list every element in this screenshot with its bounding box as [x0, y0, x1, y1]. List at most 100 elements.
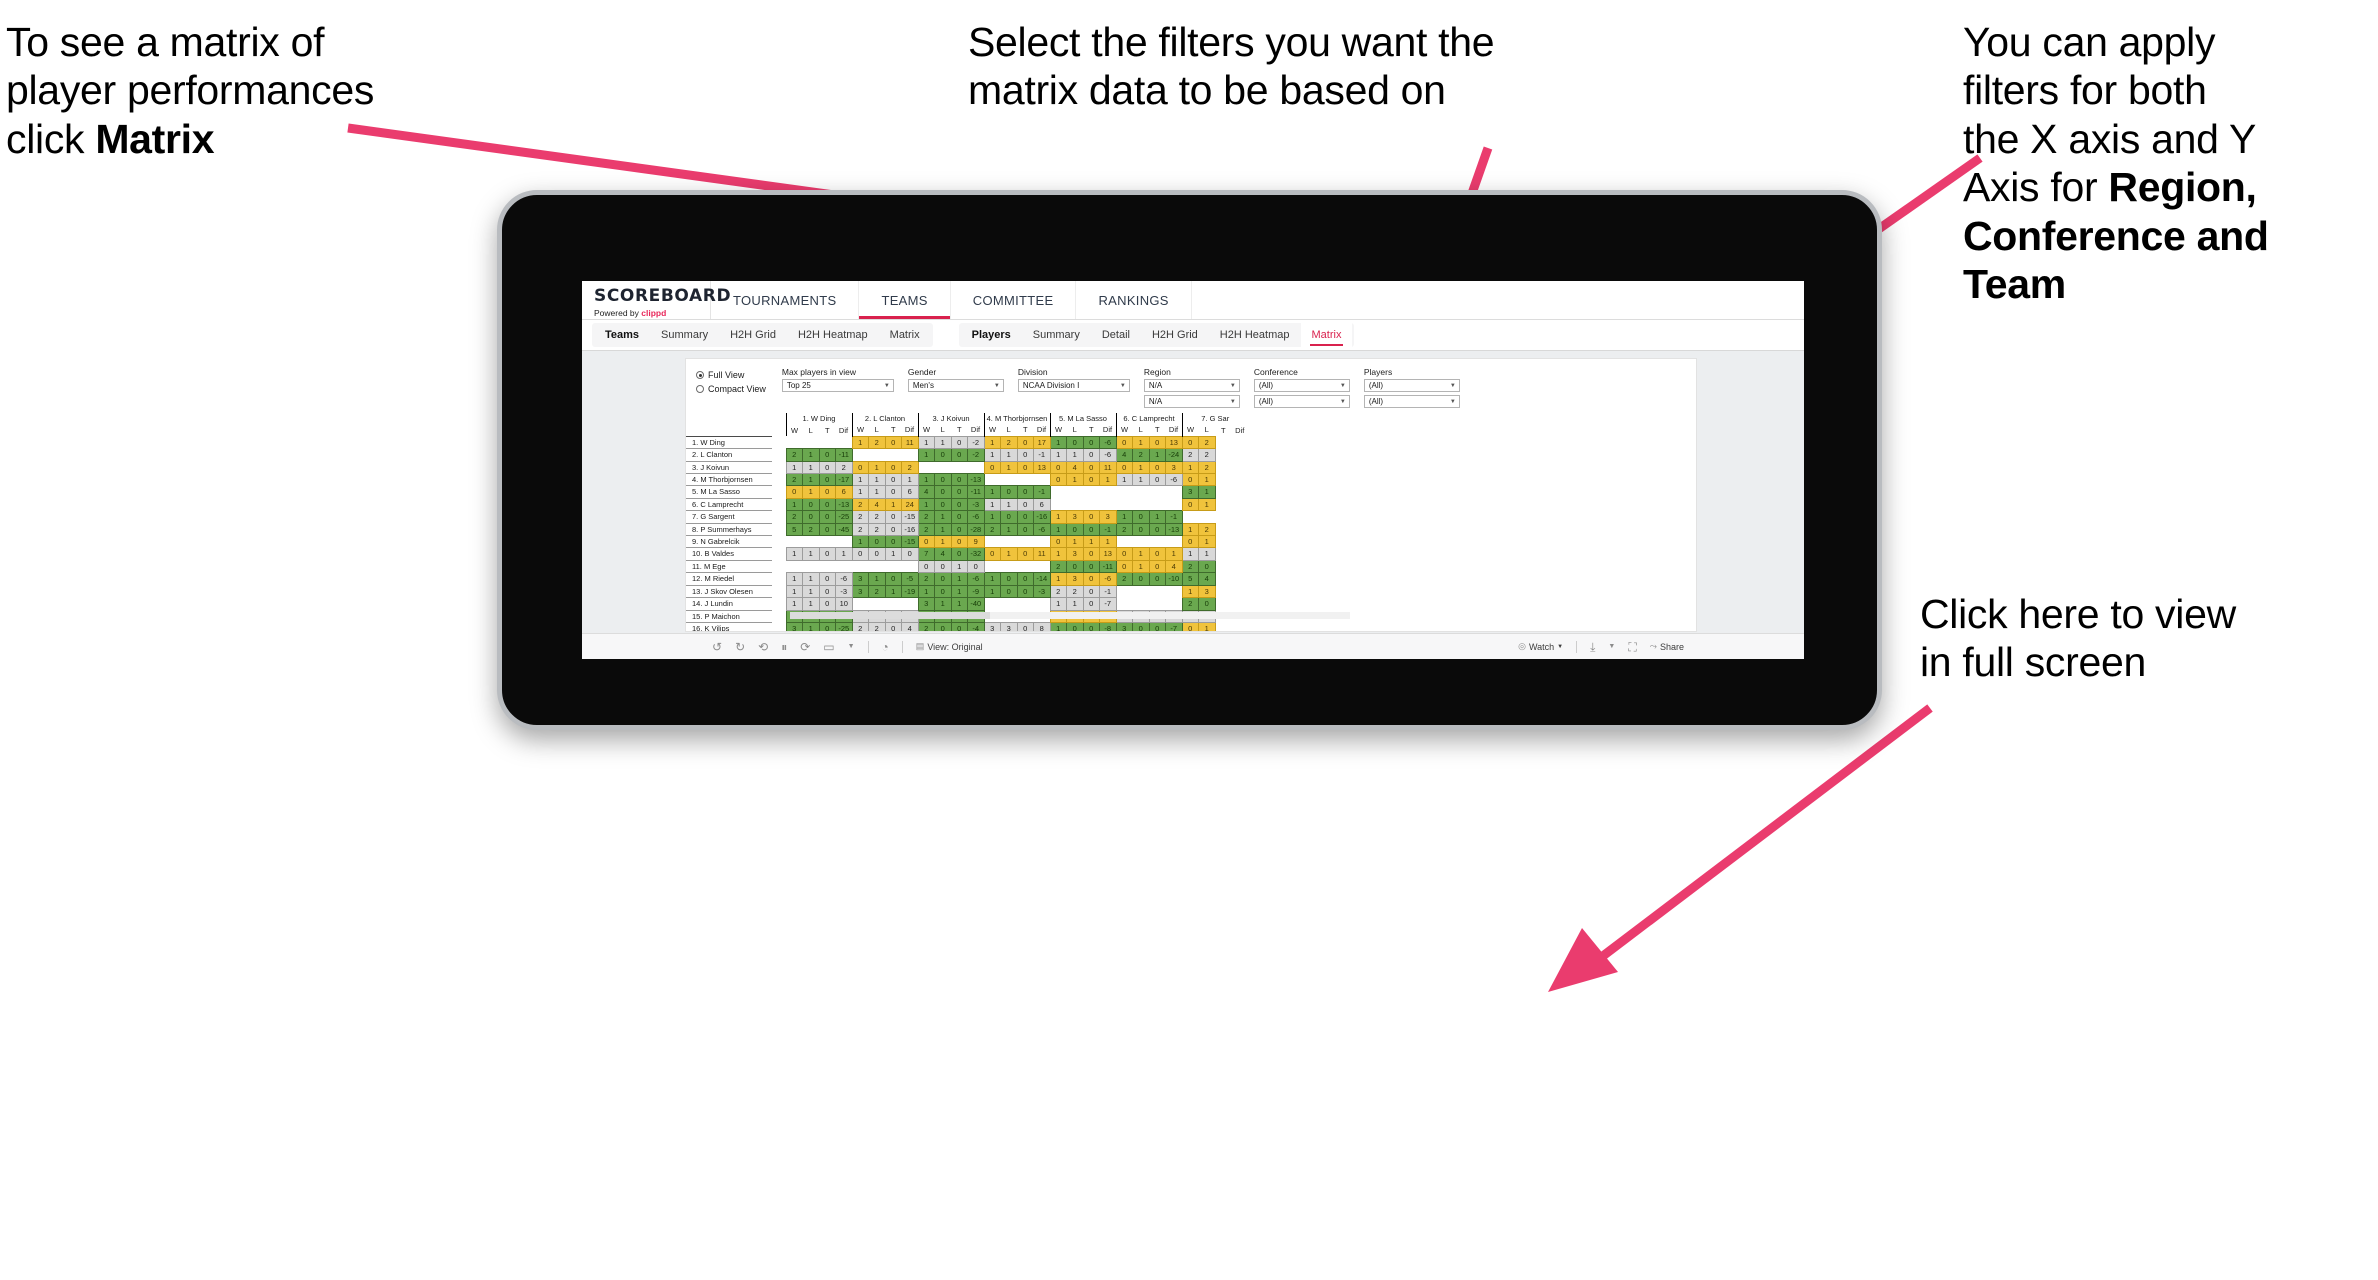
- matrix-cell[interactable]: -2: [967, 435, 985, 450]
- matrix-cell[interactable]: 1: [983, 435, 1001, 450]
- matrix-cell[interactable]: 0: [818, 448, 836, 462]
- matrix-cell[interactable]: 2: [851, 497, 869, 512]
- matrix-cell[interactable]: 0: [1132, 510, 1150, 524]
- matrix-cell[interactable]: 2: [785, 473, 803, 487]
- matrix-cell[interactable]: 13: [1165, 435, 1183, 450]
- matrix-cell[interactable]: 2: [868, 522, 886, 537]
- matrix-cell[interactable]: 0: [884, 435, 902, 450]
- matrix-cell[interactable]: -24: [1165, 448, 1183, 462]
- matrix-cell[interactable]: 0: [1198, 559, 1216, 574]
- matrix-cell[interactable]: 1: [1132, 435, 1150, 450]
- matrix-cell[interactable]: 0: [934, 621, 952, 631]
- matrix-cell[interactable]: 0: [1016, 522, 1034, 537]
- matrix-cell[interactable]: [1116, 597, 1133, 610]
- matrix-cell[interactable]: 2: [868, 435, 886, 450]
- matrix-cell[interactable]: 1: [983, 485, 1001, 499]
- matrix-cell[interactable]: 0: [1016, 621, 1034, 631]
- matrix-cell[interactable]: [1099, 485, 1116, 499]
- tab-players-summary[interactable]: Summary: [1022, 323, 1091, 347]
- matrix-cell[interactable]: 3: [1000, 621, 1018, 631]
- matrix-cell[interactable]: 0: [1148, 473, 1166, 487]
- matrix-cell[interactable]: 2: [1198, 435, 1216, 450]
- matrix-cell[interactable]: 1: [802, 572, 820, 586]
- matrix-cell[interactable]: 1: [884, 497, 902, 512]
- matrix-cell[interactable]: 4: [1115, 448, 1133, 462]
- matrix-cell[interactable]: 1: [983, 497, 1001, 512]
- matrix-cell[interactable]: 1: [1132, 460, 1150, 475]
- matrix-row[interactable]: 1. W Ding 1 2 0 11 1 1 0 -2 1 2 0 17 1 0 0 -6 0 1 0 13 0 2: [686, 435, 1248, 450]
- matrix-cell[interactable]: 3: [851, 584, 869, 599]
- matrix-cell[interactable]: 0: [1115, 559, 1133, 574]
- tab-players-h2h-grid[interactable]: H2H Grid: [1141, 323, 1209, 347]
- matrix-cell[interactable]: 0: [1115, 547, 1133, 561]
- matrix-cell[interactable]: 0: [1000, 510, 1018, 524]
- matrix-cell[interactable]: 1: [802, 460, 820, 475]
- matrix-cell[interactable]: 1: [835, 547, 853, 561]
- matrix-cell[interactable]: 1: [1049, 448, 1067, 462]
- matrix-cell[interactable]: 1: [983, 448, 1001, 462]
- matrix-cell[interactable]: -10: [1165, 572, 1183, 586]
- matrix-cell[interactable]: -14: [1033, 572, 1051, 586]
- matrix-cell[interactable]: 0: [851, 547, 869, 561]
- matrix-cell[interactable]: 2: [785, 510, 803, 524]
- pause-refresh-icon[interactable]: ⏸: [781, 641, 787, 653]
- matrix-cell[interactable]: 1: [1049, 435, 1067, 450]
- matrix-cell[interactable]: -40: [967, 597, 985, 611]
- matrix-cell[interactable]: 0: [950, 535, 968, 549]
- chevron-down-icon[interactable]: ▼: [848, 643, 855, 650]
- matrix-cell[interactable]: [1000, 535, 1017, 548]
- matrix-cell[interactable]: 1: [917, 497, 935, 512]
- matrix-cell[interactable]: -11: [967, 485, 985, 499]
- matrix-cell[interactable]: [819, 535, 836, 548]
- matrix-cell[interactable]: 1: [785, 597, 803, 611]
- matrix-cell[interactable]: [1198, 510, 1215, 524]
- matrix-cell[interactable]: 0: [884, 572, 902, 586]
- matrix-cell[interactable]: 2: [1115, 522, 1133, 537]
- matrix-cell[interactable]: 2: [917, 572, 935, 586]
- filter-conference-x-select[interactable]: (All) ▼: [1253, 379, 1350, 392]
- matrix-cell[interactable]: 0: [1181, 535, 1199, 549]
- matrix-cell[interactable]: 1: [1049, 572, 1067, 586]
- matrix-cell[interactable]: 1: [1132, 473, 1150, 487]
- matrix-cell[interactable]: [1033, 535, 1050, 548]
- matrix-cell[interactable]: 0: [802, 510, 820, 524]
- matrix-cell[interactable]: [835, 560, 852, 573]
- matrix-cell[interactable]: -13: [967, 473, 985, 487]
- matrix-cell[interactable]: -25: [835, 621, 853, 631]
- matrix-cell[interactable]: 0: [1000, 485, 1018, 499]
- matrix-cell[interactable]: 0: [1082, 448, 1100, 462]
- matrix-cell[interactable]: 0: [1148, 572, 1166, 586]
- matrix-cell[interactable]: 1: [1165, 547, 1183, 561]
- matrix-cell[interactable]: 2: [851, 522, 869, 537]
- matrix-cell[interactable]: 4: [917, 485, 935, 499]
- matrix-cell[interactable]: [1132, 597, 1149, 610]
- matrix-cell[interactable]: 1: [785, 547, 803, 561]
- matrix-cell[interactable]: -45: [835, 522, 853, 537]
- matrix-cell[interactable]: 1: [934, 597, 952, 611]
- matrix-cell[interactable]: 1: [785, 584, 803, 599]
- matrix-row[interactable]: 14. J Lundin 1 1 0 10 3 1 1 -40 1 1 0 -7 2 0: [686, 597, 1248, 611]
- matrix-cell[interactable]: 1: [1198, 621, 1216, 631]
- matrix-cell[interactable]: 1: [851, 485, 869, 499]
- matrix-cell[interactable]: -3: [835, 584, 853, 599]
- filter-players-x-select[interactable]: (All) ▼: [1363, 379, 1460, 392]
- matrix-cell[interactable]: -25: [835, 510, 853, 524]
- matrix-cell[interactable]: [984, 535, 1001, 548]
- matrix-cell[interactable]: -15: [901, 535, 919, 549]
- matrix-cell[interactable]: 1: [1099, 535, 1117, 549]
- matrix-cell[interactable]: -6: [1099, 572, 1117, 586]
- matrix-cell[interactable]: 2: [917, 510, 935, 524]
- matrix-cell[interactable]: 1: [802, 448, 820, 462]
- matrix-cell[interactable]: 2: [917, 621, 935, 631]
- matrix-cell[interactable]: [1149, 498, 1166, 511]
- matrix-cell[interactable]: 0: [950, 473, 968, 487]
- matrix-cell[interactable]: -13: [1165, 522, 1183, 537]
- matrix-cell[interactable]: [868, 448, 885, 462]
- radio-compact-view[interactable]: Compact View: [696, 384, 766, 394]
- matrix-cell[interactable]: 1: [802, 485, 820, 499]
- matrix-cell[interactable]: 0: [1132, 621, 1150, 631]
- matrix-cell[interactable]: 0: [884, 535, 902, 549]
- matrix-cell[interactable]: [901, 560, 918, 573]
- matrix-cell[interactable]: 6: [835, 485, 853, 499]
- matrix-cell[interactable]: 0: [1016, 547, 1034, 561]
